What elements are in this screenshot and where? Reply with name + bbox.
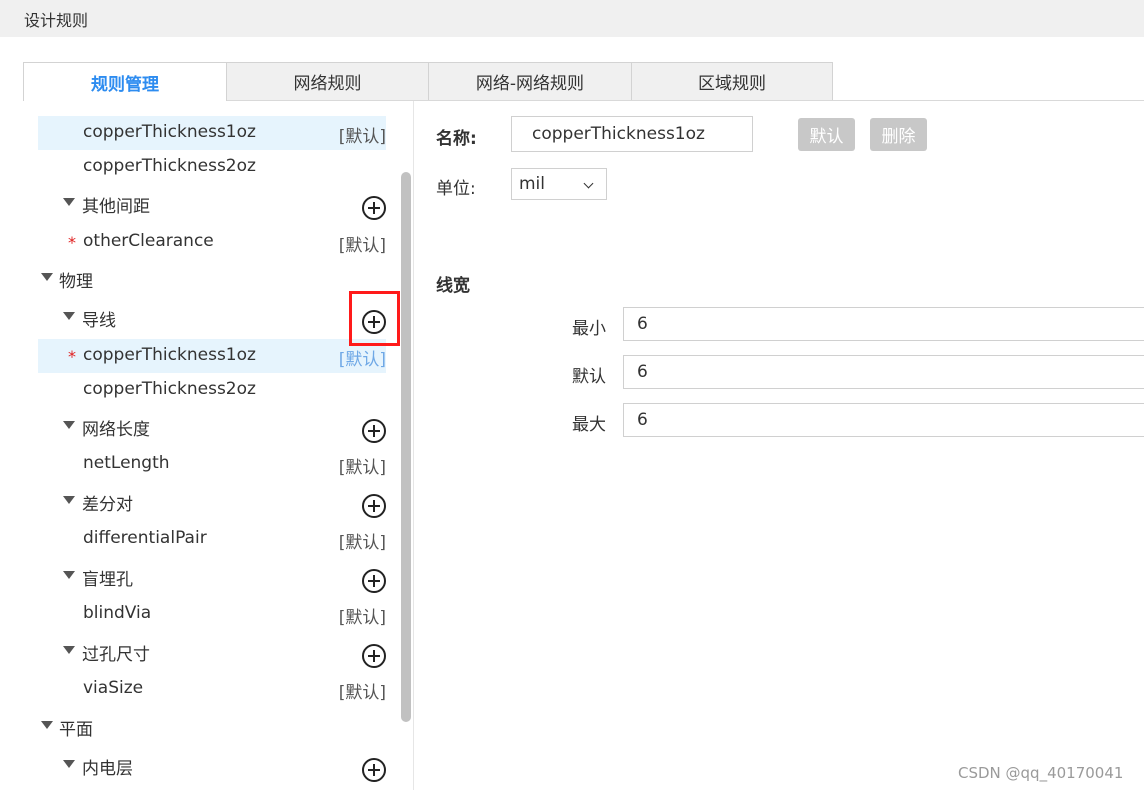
caret-down-icon[interactable] — [63, 760, 75, 768]
default-button[interactable]: 默认 — [798, 118, 855, 151]
tree-group-via-size[interactable]: 过孔尺寸 — [38, 634, 386, 668]
caret-down-icon[interactable] — [63, 646, 75, 654]
unit-label: 单位: — [436, 179, 476, 199]
unit-select[interactable]: mil — [511, 168, 607, 200]
panel-divider — [413, 101, 414, 790]
chevron-down-icon — [583, 178, 594, 189]
tree-item-copperThickness2oz-trace[interactable]: copperThickness2oz — [38, 373, 386, 407]
tree-category-label: 物理 — [59, 272, 93, 292]
title-bar: 设计规则 — [0, 0, 1144, 37]
add-circle-icon[interactable] — [362, 569, 386, 593]
default-width-label: 默认 — [572, 367, 606, 387]
tree-item-label: viaSize — [83, 678, 144, 698]
tree-group-label: 导线 — [82, 311, 116, 331]
default-tag: [默认] — [338, 683, 386, 703]
min-label: 最小 — [572, 319, 606, 339]
rule-tree: copperThickness1oz [默认] copperThickness2… — [38, 100, 398, 790]
add-circle-icon[interactable] — [362, 644, 386, 668]
tree-item-netLength[interactable]: netLength [默认] — [38, 447, 386, 481]
tree-item-label: copperThickness1oz — [83, 345, 256, 365]
tree-group-blind-via[interactable]: 盲埋孔 — [38, 559, 386, 593]
tree-item-label: blindVia — [83, 603, 152, 623]
scrollbar-thumb[interactable] — [401, 172, 411, 722]
add-circle-icon[interactable] — [362, 494, 386, 518]
tree-item-label: copperThickness2oz — [83, 379, 256, 399]
tree-category-label: 平面 — [59, 720, 93, 740]
tree-item-copperThickness1oz-trace[interactable]: * copperThickness1oz [默认] — [38, 339, 386, 373]
tree-scrollbar[interactable] — [401, 172, 411, 722]
window-title: 设计规则 — [24, 11, 89, 30]
tab-net-net-rules[interactable]: 网络-网络规则 — [428, 62, 632, 100]
tree-item-viaSize[interactable]: viaSize [默认] — [38, 672, 386, 706]
tree-item-blindVia[interactable]: blindVia [默认] — [38, 597, 386, 631]
tree-item-otherClearance[interactable]: * otherClearance [默认] — [38, 225, 386, 259]
caret-down-icon[interactable] — [63, 421, 75, 429]
tab-area-rules[interactable]: 区域规则 — [631, 62, 833, 100]
caret-down-icon[interactable] — [63, 198, 75, 206]
caret-down-icon[interactable] — [63, 496, 75, 504]
tree-group-label: 网络长度 — [82, 420, 150, 440]
tab-net-rules[interactable]: 网络规则 — [226, 62, 429, 100]
tree-item-copperThickness2oz[interactable]: copperThickness2oz — [38, 150, 386, 184]
required-marker: * — [68, 233, 76, 252]
name-input[interactable]: copperThickness1oz — [511, 116, 753, 152]
tree-group-other-clearance[interactable]: 其他间距 — [38, 186, 386, 220]
default-tag: [默认] — [338, 350, 386, 370]
default-tag: [默认] — [338, 533, 386, 553]
add-circle-icon[interactable] — [362, 758, 386, 782]
tree-group-trace[interactable]: 导线 — [38, 300, 386, 334]
min-input[interactable]: 6 — [623, 307, 1144, 341]
tab-rule-management[interactable]: 规则管理 — [23, 62, 227, 101]
add-circle-icon[interactable] — [362, 419, 386, 443]
tree-group-label: 盲埋孔 — [82, 570, 133, 590]
tree-item-label: differentialPair — [83, 528, 207, 548]
tree-group-label: 过孔尺寸 — [82, 645, 150, 665]
required-marker: * — [68, 347, 76, 366]
caret-down-icon[interactable] — [63, 312, 75, 320]
default-width-input[interactable]: 6 — [623, 355, 1144, 389]
tree-group-net-length[interactable]: 网络长度 — [38, 409, 386, 443]
highlight-annotation-box — [349, 291, 400, 346]
section-title-line-width: 线宽 — [436, 276, 470, 296]
tree-category-physical[interactable]: 物理 — [38, 261, 386, 295]
default-tag: [默认] — [338, 127, 386, 147]
tree-item-copperThickness1oz[interactable]: copperThickness1oz [默认] — [38, 116, 386, 150]
max-input[interactable]: 6 — [623, 403, 1144, 437]
max-label: 最大 — [572, 415, 606, 435]
tree-item-label: copperThickness1oz — [83, 122, 256, 142]
caret-down-icon[interactable] — [41, 721, 53, 729]
tree-group-inner-plane[interactable]: 内电层 — [38, 748, 386, 782]
tree-category-plane[interactable]: 平面 — [38, 709, 386, 743]
delete-button[interactable]: 删除 — [870, 118, 927, 151]
watermark: CSDN @qq_40170041 — [958, 764, 1124, 782]
tree-item-label: copperThickness2oz — [83, 156, 256, 176]
tree-item-label: netLength — [83, 453, 170, 473]
tree-item-label: otherClearance — [83, 231, 214, 251]
name-label: 名称: — [436, 129, 477, 149]
tree-group-differential-pair[interactable]: 差分对 — [38, 484, 386, 518]
caret-down-icon[interactable] — [63, 571, 75, 579]
tree-group-label: 差分对 — [82, 495, 133, 515]
tree-group-label: 内电层 — [82, 759, 133, 779]
default-tag: [默认] — [338, 608, 386, 628]
add-circle-icon[interactable] — [362, 196, 386, 220]
tree-group-label: 其他间距 — [82, 197, 150, 217]
default-tag: [默认] — [338, 458, 386, 478]
caret-down-icon[interactable] — [41, 273, 53, 281]
default-tag: [默认] — [338, 236, 386, 256]
tree-item-differentialPair[interactable]: differentialPair [默认] — [38, 522, 386, 556]
unit-select-value: mil — [519, 174, 546, 194]
